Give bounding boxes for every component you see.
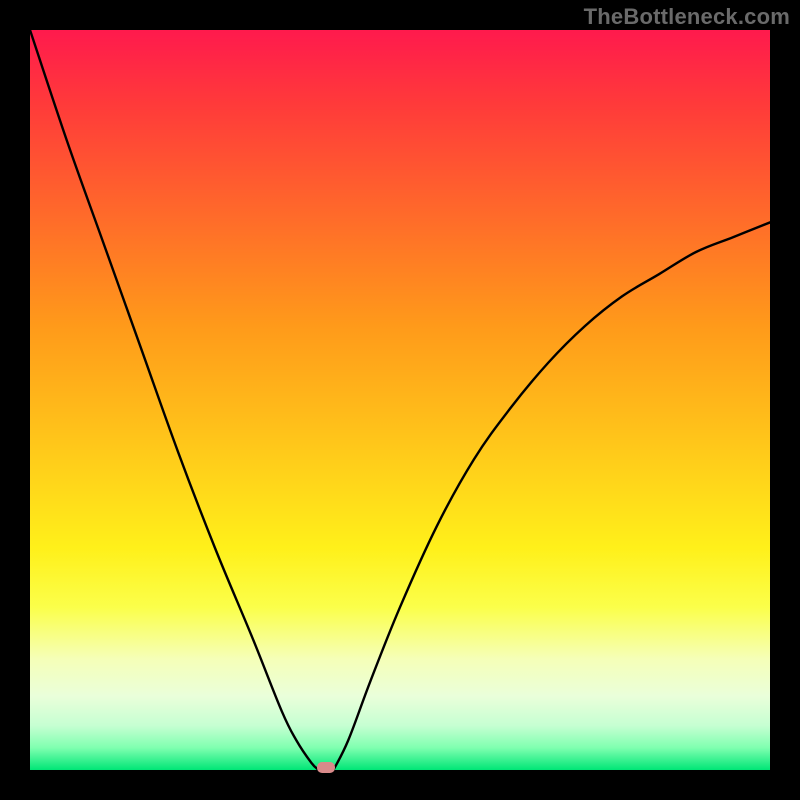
curve-left-branch	[30, 30, 319, 770]
bottleneck-curve	[30, 30, 770, 770]
plot-area	[30, 30, 770, 770]
curve-right-branch	[333, 222, 770, 770]
chart-frame: TheBottleneck.com	[0, 0, 800, 800]
min-marker	[317, 762, 335, 773]
watermark-text: TheBottleneck.com	[584, 4, 790, 30]
